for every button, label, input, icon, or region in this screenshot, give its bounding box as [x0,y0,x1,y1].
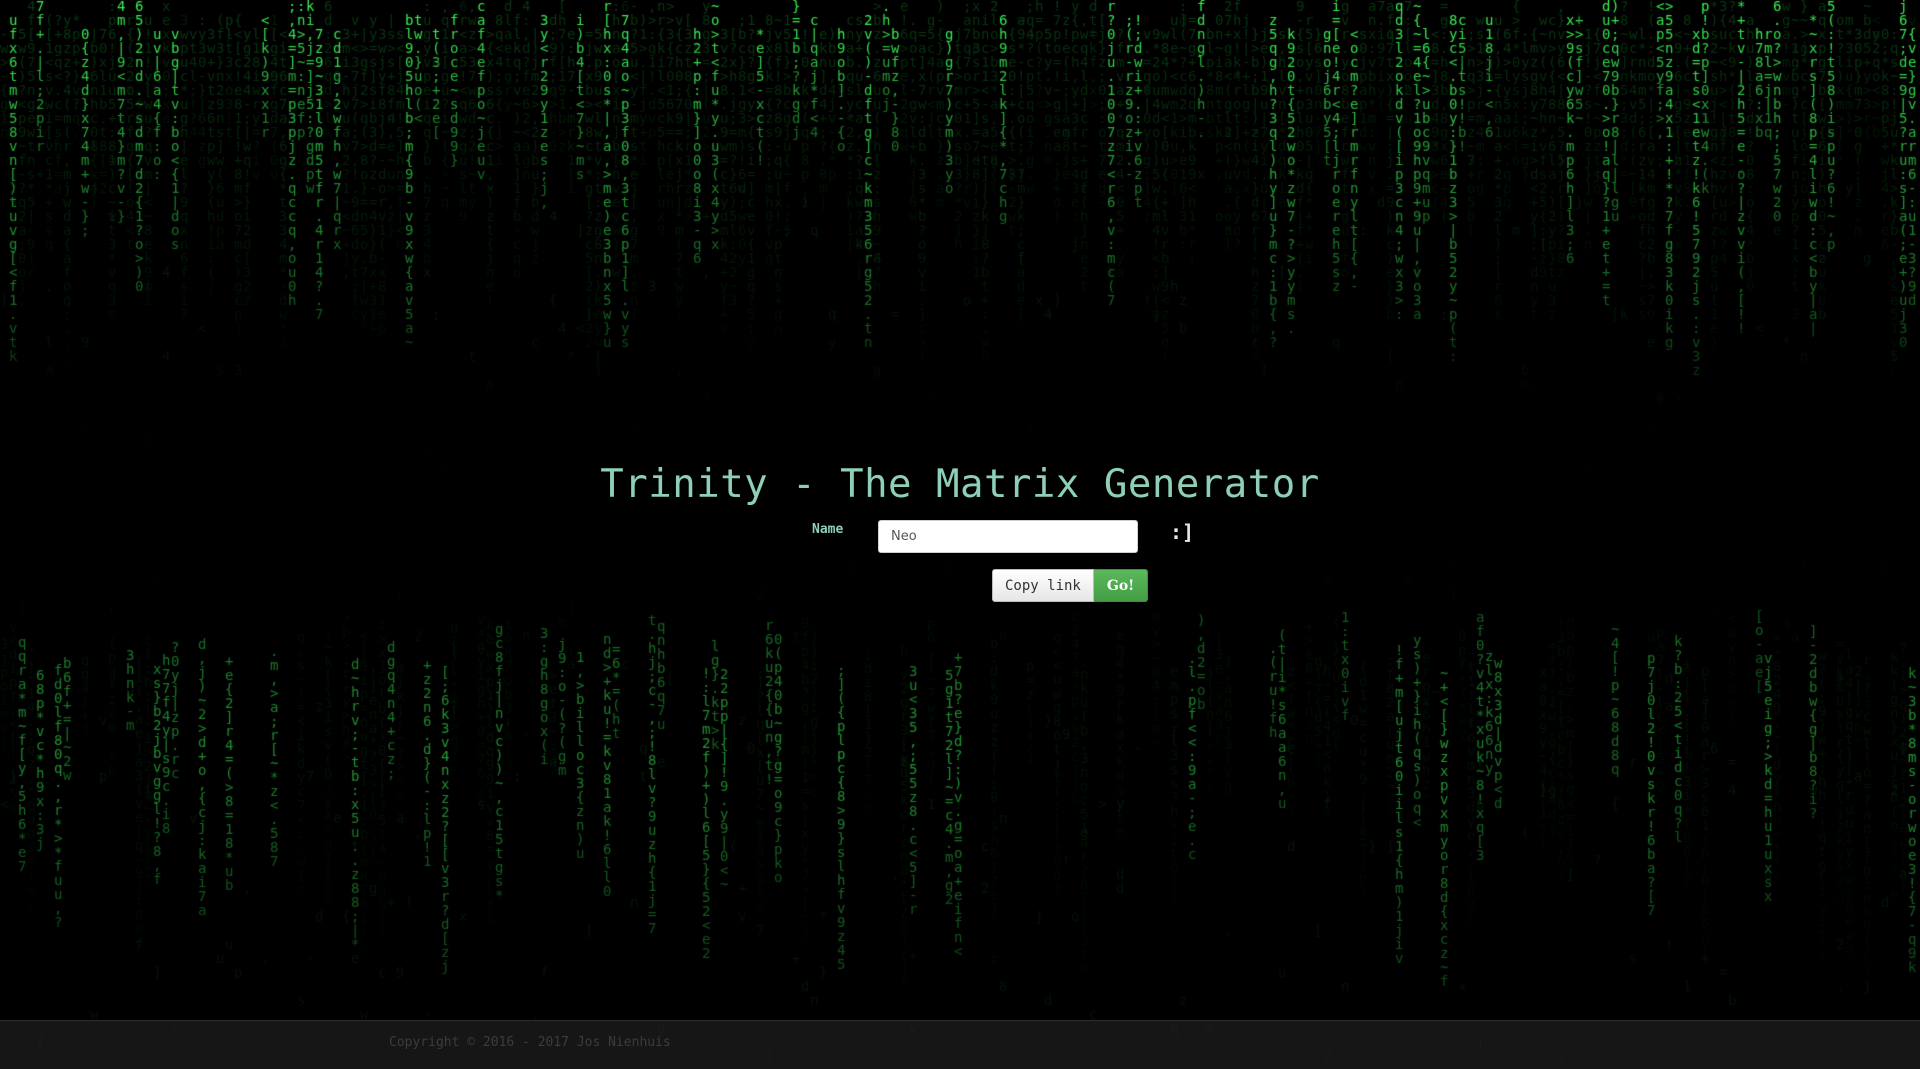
matrix-page: Trinity - The Matrix Generator Name :] C… [0,0,1920,1069]
copyright-text: Copyright © 2016 - 2017 Jos Nienhuis [389,1035,671,1050]
smiley-indicator: :] [1170,520,1195,544]
name-label: Name [812,522,844,537]
page-title: Trinity - The Matrix Generator [600,462,1320,507]
copy-link-button[interactable]: Copy link [992,569,1094,602]
go-button[interactable]: Go! [1093,569,1149,602]
action-button-group: Copy link Go! [992,569,1149,602]
footer: Copyright © 2016 - 2017 Jos Nienhuis [0,1020,1920,1069]
name-input[interactable] [878,520,1138,553]
